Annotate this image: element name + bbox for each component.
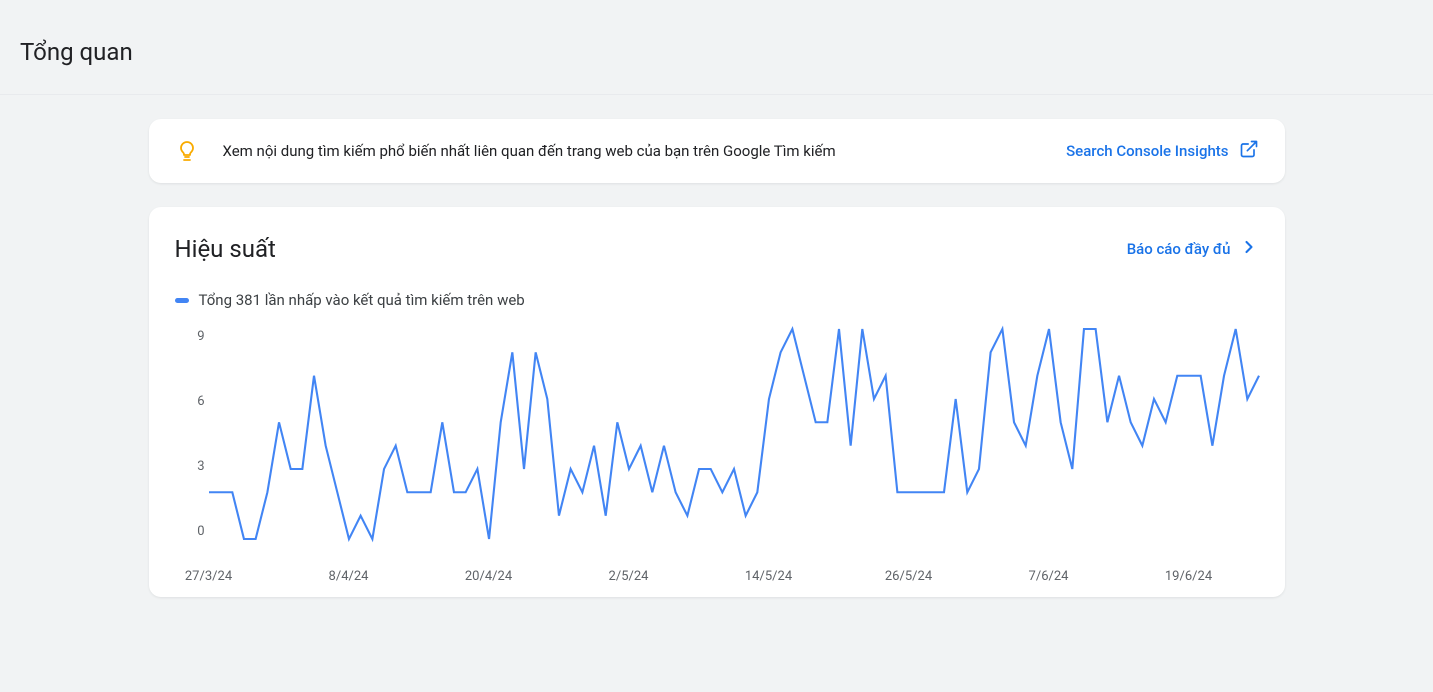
performance-header: Hiệu suất Báo cáo đầy đủ — [175, 235, 1259, 263]
chart-area: 9630 27/3/248/4/2420/4/242/5/2414/5/2426… — [175, 329, 1259, 569]
page-title: Tổng quan — [20, 38, 1413, 66]
performance-card: Hiệu suất Báo cáo đầy đủ Tổng 381 lần nh… — [149, 207, 1285, 597]
chevron-right-icon — [1239, 237, 1259, 261]
x-tick: 19/6/24 — [1165, 569, 1212, 584]
y-tick: 9 — [197, 329, 204, 344]
insights-link-label: Search Console Insights — [1066, 142, 1228, 160]
x-tick: 8/4/24 — [329, 569, 369, 584]
insights-card: Xem nội dung tìm kiếm phổ biến nhất liên… — [149, 119, 1285, 183]
page-header: Tổng quan — [0, 0, 1433, 95]
chart-series-line — [209, 329, 1259, 539]
x-tick: 7/6/24 — [1029, 569, 1069, 584]
x-tick: 2/5/24 — [609, 569, 649, 584]
open-in-new-icon — [1239, 139, 1259, 163]
y-axis: 9 6 3 0 — [175, 329, 205, 539]
y-tick: 0 — [197, 524, 204, 539]
x-tick: 27/3/24 — [185, 569, 232, 584]
legend-label: Tổng 381 lần nhấp vào kết quả tìm kiếm t… — [199, 291, 525, 309]
legend-swatch — [175, 298, 189, 303]
line-chart-svg — [209, 329, 1259, 539]
x-tick: 20/4/24 — [465, 569, 512, 584]
chart-plot — [209, 329, 1259, 539]
insights-text: Xem nội dung tìm kiếm phổ biến nhất liên… — [223, 142, 1043, 160]
chart-legend: Tổng 381 lần nhấp vào kết quả tìm kiếm t… — [175, 291, 1259, 309]
full-report-label: Báo cáo đầy đủ — [1127, 240, 1231, 258]
y-tick: 6 — [197, 394, 204, 409]
x-tick: 14/5/24 — [745, 569, 792, 584]
full-report-link[interactable]: Báo cáo đầy đủ — [1127, 237, 1259, 261]
insights-link[interactable]: Search Console Insights — [1066, 139, 1258, 163]
y-tick: 3 — [197, 459, 204, 474]
performance-title: Hiệu suất — [175, 235, 276, 263]
lightbulb-icon — [175, 139, 199, 163]
content-area: Xem nội dung tìm kiếm phổ biến nhất liên… — [0, 95, 1433, 597]
x-tick: 26/5/24 — [885, 569, 932, 584]
